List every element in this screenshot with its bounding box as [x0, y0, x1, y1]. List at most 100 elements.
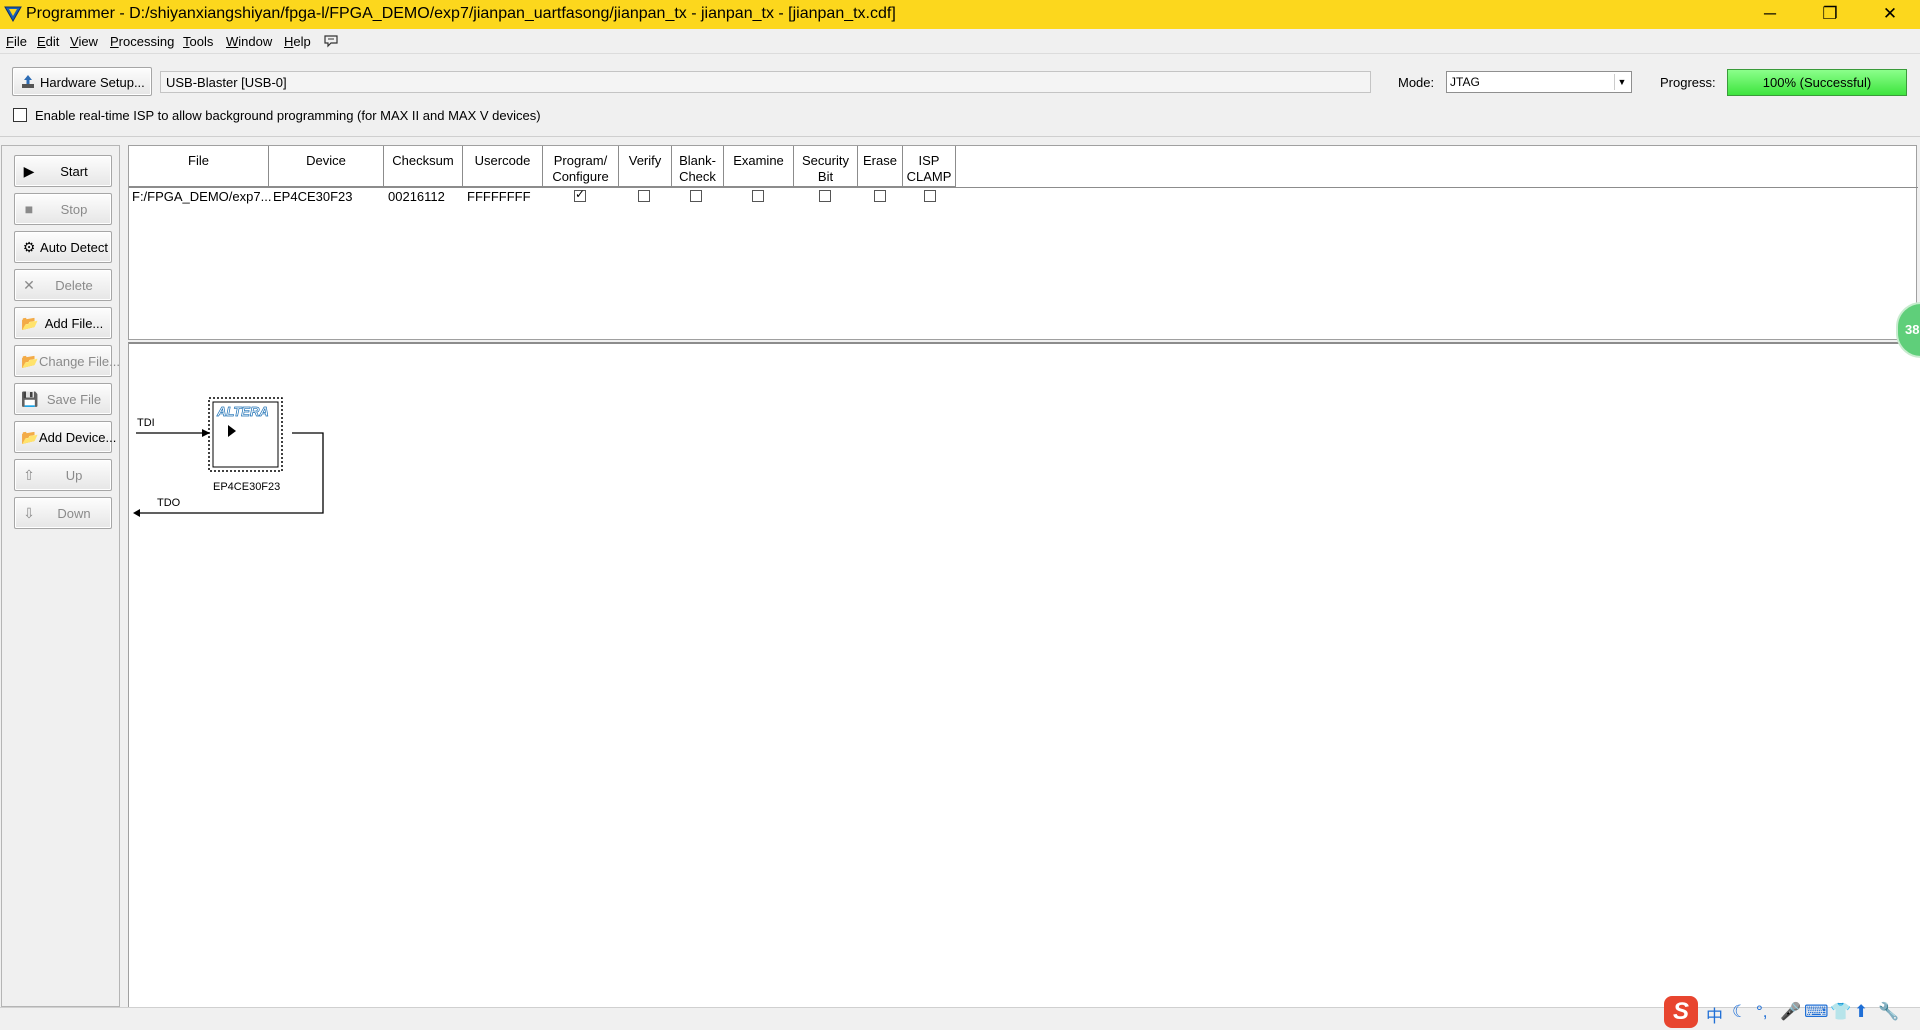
keyboard-icon[interactable]: ⌨ [1804, 1002, 1829, 1022]
verify-checkbox[interactable] [638, 190, 650, 202]
hardware-device-field: USB-Blaster [USB-0] [160, 71, 1371, 93]
erase-checkbox[interactable] [874, 190, 886, 202]
menu-file[interactable]: File [6, 34, 27, 49]
down-icon: ⇩ [23, 505, 35, 521]
mode-select[interactable]: JTAG ▼ [1446, 71, 1632, 93]
start-icon: ▶ [23, 163, 35, 179]
side-button-label: Add File... [44, 316, 104, 331]
restore-button[interactable]: ❐ [1800, 0, 1860, 29]
auto-detect-button[interactable]: ⚙ Auto Detect [14, 231, 112, 263]
status-bar [0, 1007, 1920, 1030]
cell-usercode: FFFFFFFF [467, 189, 531, 204]
isp-clamp-checkbox[interactable] [924, 190, 936, 202]
chinese-mode-icon[interactable]: 中 [1706, 1002, 1723, 1027]
chain-device-label[interactable]: EP4CE30F23 [213, 481, 280, 493]
start-button[interactable]: ▶ Start [14, 155, 112, 187]
cell-file[interactable]: F:/FPGA_DEMO/exp7... [132, 189, 271, 204]
moon-icon[interactable]: ☾ [1732, 1002, 1747, 1022]
menu-help[interactable]: Help [284, 34, 311, 49]
punctuation-icon[interactable]: °, [1756, 1002, 1768, 1022]
change-file-icon: 📂 [21, 353, 39, 369]
delete-button[interactable]: ✕ Delete [14, 269, 112, 301]
down-button[interactable]: ⇩ Down [14, 497, 112, 529]
menu-view[interactable]: View [70, 34, 98, 49]
side-button-label: Delete [55, 278, 93, 293]
side-button-label: Save File [46, 392, 102, 407]
isp-label: Enable real-time ISP to allow background… [35, 108, 541, 123]
close-button[interactable]: ✕ [1860, 0, 1920, 29]
change-file-button[interactable]: 📂 Change File... [14, 345, 120, 377]
sogou-icon[interactable]: S [1664, 996, 1698, 1028]
tdo-arrow [133, 509, 140, 517]
mode-label: Mode: [1398, 75, 1435, 90]
jtag-chain-area: TDI TDO ALTERA EP4CE30F23 [128, 342, 1920, 1007]
skin-icon[interactable]: 👕 [1830, 1002, 1851, 1022]
add-file-button[interactable]: 📂 Add File... [14, 307, 112, 339]
side-button-label: Add Device... [39, 430, 117, 445]
security-bit-checkbox[interactable] [819, 190, 831, 202]
programmer-app-icon [4, 6, 22, 23]
menu-window[interactable]: Window [226, 34, 272, 49]
isp-checkbox[interactable] [13, 108, 27, 122]
window-title: Programmer - D:/shiyanxiangshiyan/fpga-l… [26, 5, 896, 22]
save-file-button[interactable]: 💾 Save File [14, 383, 112, 415]
header-examine[interactable]: Examine [724, 146, 794, 187]
mode-value: JTAG [1450, 75, 1480, 89]
program-configure-checkbox[interactable] [574, 187, 586, 202]
auto-detect-icon: ⚙ [22, 239, 36, 255]
side-button-label: Up [65, 468, 83, 483]
hardware-setup-icon [22, 75, 34, 88]
menu-processing[interactable]: Processing [110, 34, 174, 49]
menu-tools[interactable]: Tools [183, 34, 213, 49]
minimize-button[interactable]: ─ [1740, 0, 1800, 29]
examine-checkbox[interactable] [752, 190, 764, 202]
tdi-label: TDI [137, 417, 155, 429]
side-button-label: Auto Detect [40, 240, 108, 255]
wrench-icon[interactable]: 🔧 [1878, 1002, 1899, 1022]
header-isp-clamp[interactable]: ISP CLAMP [903, 146, 956, 187]
side-button-label: Start [60, 164, 88, 179]
device-table: File Device Checksum Usercode Program/ C… [128, 145, 1918, 340]
header-erase[interactable]: Erase [858, 146, 903, 187]
add-device-icon: 📂 [21, 429, 39, 445]
chevron-down-icon[interactable]: ▼ [1614, 74, 1629, 90]
menu-bar: File Edit View Processing Tools Window H… [0, 29, 1920, 54]
menu-edit[interactable]: Edit [37, 34, 59, 49]
upload-icon[interactable]: ⬆ [1854, 1002, 1868, 1022]
action-panel: ▶ Start ■ Stop ⚙ Auto Detect ✕ Delete 📂 Add File.… [1, 145, 120, 1007]
side-button-label: Stop [60, 202, 88, 217]
header-security-bit[interactable]: Security Bit [794, 146, 858, 187]
save-file-icon: 💾 [21, 391, 39, 407]
up-icon: ⇧ [23, 467, 35, 483]
progress-text: 100% (Successful) [1762, 75, 1872, 90]
header-verify[interactable]: Verify [619, 146, 672, 187]
progress-bar: 100% (Successful) [1727, 69, 1907, 96]
delete-icon: ✕ [23, 277, 35, 293]
jtag-chain-diagram [133, 397, 324, 517]
side-button-label: Change File... [39, 354, 120, 369]
altera-logo: ALTERA [217, 404, 269, 420]
feedback-icon[interactable] [323, 33, 339, 49]
progress-label: Progress: [1660, 75, 1716, 90]
header-checksum[interactable]: Checksum [384, 146, 463, 187]
header-blank-check[interactable]: Blank- Check [672, 146, 724, 187]
stop-button[interactable]: ■ Stop [14, 193, 112, 225]
ime-toolbar: S 中 ☾ °, 🎤 ⌨ 👕 ⬆ 🔧 [1664, 996, 1920, 1030]
stop-icon: ■ [24, 201, 34, 217]
microphone-icon[interactable]: 🎤 [1780, 1002, 1801, 1022]
add-file-icon: 📂 [21, 315, 39, 331]
up-button[interactable]: ⇧ Up [14, 459, 112, 491]
header-usercode[interactable]: Usercode [463, 146, 543, 187]
title-bar: Programmer - D:/shiyanxiangshiyan/fpga-l… [0, 0, 1920, 29]
header-file[interactable]: File [129, 146, 269, 187]
header-divider [129, 187, 1918, 188]
header-program-configure[interactable]: Program/ Configure [543, 146, 619, 187]
side-button-label: Down [57, 506, 91, 521]
hardware-setup-button[interactable]: Hardware Setup... [12, 67, 152, 96]
divider [0, 136, 1920, 137]
header-device[interactable]: Device [269, 146, 384, 187]
add-device-button[interactable]: 📂 Add Device... [14, 421, 117, 453]
tdo-label: TDO [157, 497, 181, 509]
blank-check-checkbox[interactable] [690, 190, 702, 202]
cell-device[interactable]: EP4CE30F23 [273, 189, 353, 204]
